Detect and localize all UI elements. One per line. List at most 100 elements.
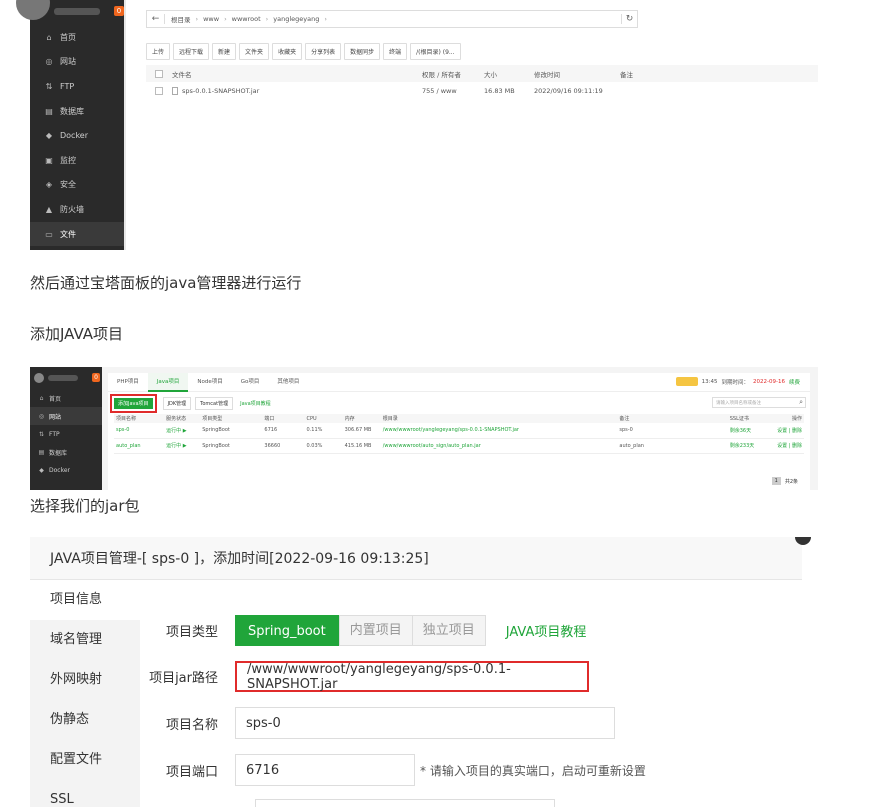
sidebar-item-2[interactable]: ⇅ FTP: [30, 74, 124, 99]
vip-icon: [675, 377, 698, 386]
tab-3[interactable]: Go项目: [232, 373, 269, 392]
java-tutorial-link[interactable]: Java项目教程: [240, 400, 271, 407]
user-avatar[interactable]: [34, 373, 44, 383]
side-tab-4[interactable]: 配置文件: [30, 740, 140, 780]
page-number[interactable]: 1: [771, 477, 781, 485]
renew-link[interactable]: 续费: [789, 378, 800, 386]
side-tab-5[interactable]: SSL: [30, 780, 140, 807]
sidebar-item-4[interactable]: ◆ Docker: [30, 123, 124, 148]
sidebar-item-label: FTP: [49, 430, 60, 438]
side-tab-0[interactable]: 项目信息: [30, 580, 140, 620]
project-name-input[interactable]: sps-0: [235, 707, 615, 739]
breadcrumb-separator-icon: ›: [324, 15, 327, 23]
tab-4[interactable]: 其他项目: [268, 373, 308, 392]
project-name-label: 项目名称: [165, 717, 218, 733]
java-project-tutorial-link[interactable]: JAVA项目教程: [506, 621, 587, 640]
table-row[interactable]: auto_plan 运行中 ▶ SpringBoot 36660 0.03% 415.16…: [114, 438, 804, 453]
next-field-input[interactable]: [255, 799, 555, 807]
toolbar-button-8[interactable]: /(根目录) (9...: [410, 43, 461, 60]
back-arrow-icon[interactable]: ←: [147, 14, 165, 24]
project-search: 请输入项目名称或备注 ⌕: [712, 397, 806, 408]
tab-1[interactable]: Java项目: [147, 372, 189, 392]
database-icon: ▤: [38, 448, 45, 456]
jar-path-input[interactable]: /www/wwwroot/yanglegeyang/sps-0.0.1-SNAP…: [235, 661, 589, 692]
breadcrumb-separator-icon: ›: [195, 15, 199, 23]
toolbar-button-1[interactable]: 远程下载: [173, 43, 210, 60]
port-hint: * 请输入项目的真实端口，启动可重新设置: [420, 763, 646, 778]
tab-2[interactable]: Node项目: [188, 373, 231, 392]
toolbar-button-2[interactable]: 新建: [212, 43, 237, 60]
search-input[interactable]: 请输入项目名称或备注: [713, 400, 799, 406]
cell-name[interactable]: auto_plan: [114, 438, 164, 453]
breadcrumb-item[interactable]: yanglegeyang: [273, 15, 319, 23]
cell-root[interactable]: /www/wwwroot/auto_sign/auto_plan.jar: [381, 438, 618, 453]
cell-name[interactable]: sps-0: [114, 423, 164, 438]
project-port-input[interactable]: 6716: [235, 754, 415, 786]
toolbar-button-6[interactable]: 数据同步: [344, 43, 381, 60]
select-all-checkbox[interactable]: [146, 69, 172, 78]
action-bar: 添加Java项目 JDK管理 Tomcat管理 Java项目教程 请输入项目名称…: [108, 392, 810, 414]
column-header: 服务状态: [166, 416, 187, 422]
cell-ops[interactable]: 设置 | 删除: [774, 438, 804, 453]
sidebar-item-3[interactable]: ▤ 数据库: [30, 443, 102, 461]
side-tab-3[interactable]: 伪静态: [30, 700, 140, 740]
column-header: 端口: [264, 416, 275, 422]
search-icon[interactable]: ⌕: [799, 398, 805, 407]
java-table-body: sps-0 运行中 ▶ SpringBoot 6716 0.11% 306.67 MB/w…: [114, 423, 804, 453]
cell-root[interactable]: /www/wwwroot/yanglegeyang/sps-0.0.1-SNAP…: [381, 423, 618, 438]
toolbar-button-0[interactable]: 上传: [146, 43, 171, 60]
toolbar-button-3[interactable]: 文件夹: [239, 43, 270, 60]
cell-status: 运行中 ▶: [166, 427, 187, 434]
refresh-icon[interactable]: ↻: [621, 14, 637, 24]
add-java-project-button[interactable]: 添加Java项目: [110, 393, 157, 413]
side-tab-1[interactable]: 域名管理: [30, 620, 140, 660]
sidebar-item-label: 首页: [49, 395, 62, 403]
sidebar-item-3[interactable]: ▤ 数据库: [30, 99, 124, 124]
sidebar-item-label: Docker: [49, 466, 71, 474]
dialog-side-tabs: 项目信息 域名管理 外网映射 伪静态 配置文件 SSL: [30, 580, 140, 807]
cell-ssl: 剩余36天: [729, 427, 752, 434]
sidebar-item-7[interactable]: ▲ 防火墙: [30, 197, 124, 222]
breadcrumb-item[interactable]: www: [203, 15, 219, 23]
sidebar-item-6[interactable]: ◈ 安全: [30, 173, 124, 198]
tomcat-manage-button[interactable]: Tomcat管理: [195, 396, 234, 410]
breadcrumb-item[interactable]: 根目录: [171, 14, 191, 24]
sidebar-item-1[interactable]: ◎ 网站: [30, 50, 124, 75]
sidebar-item-5[interactable]: ▣ 监控: [30, 148, 124, 173]
toolbar-button-5[interactable]: 分享列表: [305, 43, 342, 60]
breadcrumb-item[interactable]: wwwroot: [232, 15, 261, 23]
tab-0[interactable]: PHP项目: [108, 373, 148, 392]
paragraph-run-java: 然后通过宝塔面板的java管理器进行运行: [30, 274, 302, 292]
file-icon: [172, 87, 178, 95]
type-standalone-option[interactable]: 独立项目: [412, 615, 486, 646]
sidebar-item-8[interactable]: ▭ 文件: [30, 221, 124, 247]
row-checkbox[interactable]: [146, 87, 172, 95]
cell-port: 36660: [264, 442, 281, 449]
table-row[interactable]: sps-0 运行中 ▶ SpringBoot 6716 0.11% 306.67 MB/w…: [114, 423, 804, 438]
table-row[interactable]: sps-0.0.1-SNAPSHOT.jar 755 / www 16.83 MB 2…: [146, 82, 818, 100]
shield-icon: ◈: [45, 180, 53, 190]
toolbar-button-7[interactable]: 终端: [383, 43, 408, 60]
cell-cpu: 0.11%: [306, 427, 323, 434]
sidebar-item-0[interactable]: ⌂ 首页: [30, 389, 102, 407]
user-avatar[interactable]: [16, 0, 50, 20]
sidebar-item-1[interactable]: ◎ 网站: [30, 407, 102, 425]
toolbar-button-4[interactable]: 收藏夹: [272, 43, 303, 60]
jdk-manage-button[interactable]: JDK管理: [162, 396, 192, 410]
side-tab-2[interactable]: 外网映射: [30, 660, 140, 700]
sidebar-item-label: 安全: [60, 180, 76, 190]
file-name-cell[interactable]: sps-0.0.1-SNAPSHOT.jar: [172, 87, 422, 95]
column-header: 内存: [344, 416, 355, 422]
sidebar-item-2[interactable]: ⇅ FTP: [30, 425, 102, 443]
file-name[interactable]: sps-0.0.1-SNAPSHOT.jar: [182, 87, 259, 95]
file-table-body: sps-0.0.1-SNAPSHOT.jar 755 / www 16.83 MB 2…: [146, 82, 818, 100]
firewall-icon: ▲: [45, 204, 53, 214]
sidebar-item-0[interactable]: ⌂ 首页: [30, 25, 124, 50]
notification-badge[interactable]: 0: [114, 6, 124, 16]
type-builtin-option[interactable]: 内置项目: [338, 615, 413, 646]
type-spring-boot-option[interactable]: Spring_boot: [235, 615, 339, 646]
monitor-icon: ▣: [45, 155, 53, 165]
sidebar-item-4[interactable]: ◆ Docker: [30, 461, 102, 479]
cell-ops[interactable]: 设置 | 删除: [774, 423, 804, 438]
notification-badge[interactable]: 0: [92, 373, 100, 382]
